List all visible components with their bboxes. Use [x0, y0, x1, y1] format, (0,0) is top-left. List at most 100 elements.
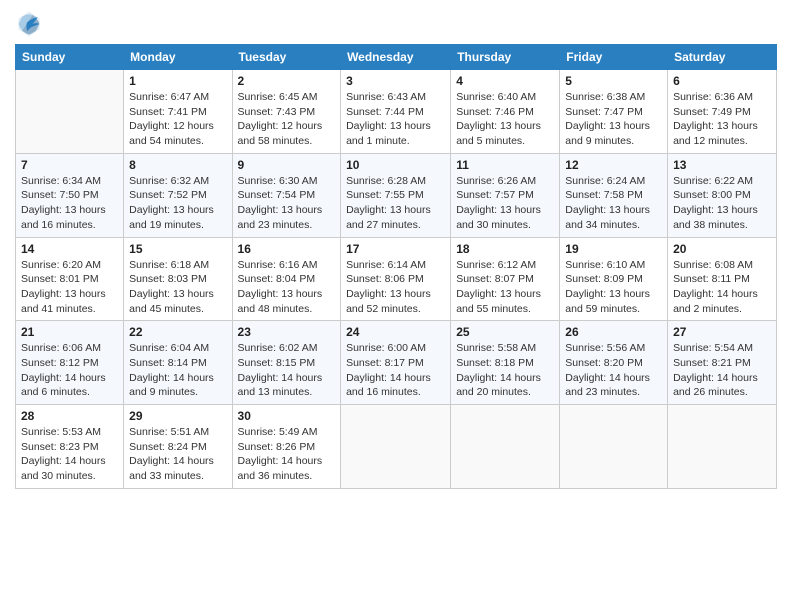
day-number: 3: [346, 74, 445, 88]
calendar-cell: 21 Sunrise: 6:06 AM Sunset: 8:12 PM Dayli…: [16, 321, 124, 405]
day-info: Sunrise: 6:08 AM Sunset: 8:11 PM Dayligh…: [673, 258, 771, 317]
calendar-cell: 14Sunrise: 6:20 AM Sunset: 8:01 PM Dayli…: [16, 237, 124, 321]
logo: [15, 10, 47, 38]
day-info: Sunrise: 6:06 AM Sunset: 8:12 PM Dayligh…: [21, 341, 118, 400]
calendar-cell: 26Sunrise: 5:56 AM Sunset: 8:20 PM Dayli…: [560, 321, 668, 405]
day-info: Sunrise: 6:38 AM Sunset: 7:47 PM Dayligh…: [565, 90, 662, 149]
day-info: Sunrise: 6:24 AM Sunset: 7:58 PM Dayligh…: [565, 174, 662, 233]
calendar-cell: 29 Sunrise: 5:51 AM Sunset: 8:24 PM Dayli…: [124, 405, 232, 489]
day-info: Sunrise: 6:36 AM Sunset: 7:49 PM Dayligh…: [673, 90, 771, 149]
day-number: 17: [346, 242, 445, 256]
day-info: Sunrise: 5:51 AM Sunset: 8:24 PM Dayligh…: [129, 425, 226, 484]
calendar-cell: 19 Sunrise: 6:10 AM Sunset: 8:09 PM Dayli…: [560, 237, 668, 321]
weekday-header-saturday: Saturday: [668, 45, 777, 70]
weekday-header-tuesday: Tuesday: [232, 45, 341, 70]
day-number: 26: [565, 325, 662, 339]
day-number: 14: [21, 242, 118, 256]
calendar-cell: 22 Sunrise: 6:04 AM Sunset: 8:14 PM Dayli…: [124, 321, 232, 405]
day-number: 10: [346, 158, 445, 172]
day-info: Sunrise: 6:28 AM Sunset: 7:55 PM Dayligh…: [346, 174, 445, 233]
day-info: Sunrise: 5:49 AM Sunset: 8:26 PM Dayligh…: [238, 425, 336, 484]
day-number: 8: [129, 158, 226, 172]
calendar-cell: 24 Sunrise: 6:00 AM Sunset: 8:17 PM Dayli…: [341, 321, 451, 405]
day-number: 15: [129, 242, 226, 256]
calendar-cell: [16, 70, 124, 154]
main-container: SundayMondayTuesdayWednesdayThursdayFrid…: [0, 0, 792, 499]
weekday-header-row: SundayMondayTuesdayWednesdayThursdayFrid…: [16, 45, 777, 70]
calendar-cell: 7 Sunrise: 6:34 AM Sunset: 7:50 PM Daylig…: [16, 153, 124, 237]
calendar-cell: 30 Sunrise: 5:49 AM Sunset: 8:26 PM Dayli…: [232, 405, 341, 489]
day-number: 21: [21, 325, 118, 339]
calendar-week-4: 21 Sunrise: 6:06 AM Sunset: 8:12 PM Dayli…: [16, 321, 777, 405]
day-number: 25: [456, 325, 554, 339]
day-info: Sunrise: 6:16 AM Sunset: 8:04 PM Dayligh…: [238, 258, 336, 317]
calendar-cell: 25 Sunrise: 5:58 AM Sunset: 8:18 PM Dayli…: [451, 321, 560, 405]
day-info: Sunrise: 5:54 AM Sunset: 8:21 PM Dayligh…: [673, 341, 771, 400]
day-info: Sunrise: 6:14 AM Sunset: 8:06 PM Dayligh…: [346, 258, 445, 317]
calendar-cell: 20 Sunrise: 6:08 AM Sunset: 8:11 PM Dayli…: [668, 237, 777, 321]
day-info: Sunrise: 6:12 AM Sunset: 8:07 PM Dayligh…: [456, 258, 554, 317]
calendar-cell: 10 Sunrise: 6:28 AM Sunset: 7:55 PM Dayli…: [341, 153, 451, 237]
day-info: Sunrise: 6:04 AM Sunset: 8:14 PM Dayligh…: [129, 341, 226, 400]
calendar-cell: 4Sunrise: 6:40 AM Sunset: 7:46 PM Daylig…: [451, 70, 560, 154]
calendar-cell: 23 Sunrise: 6:02 AM Sunset: 8:15 PM Dayli…: [232, 321, 341, 405]
day-info: Sunrise: 6:40 AM Sunset: 7:46 PM Dayligh…: [456, 90, 554, 149]
day-number: 6: [673, 74, 771, 88]
day-number: 5: [565, 74, 662, 88]
day-number: 16: [238, 242, 336, 256]
day-info: Sunrise: 6:00 AM Sunset: 8:17 PM Dayligh…: [346, 341, 445, 400]
day-info: Sunrise: 6:45 AM Sunset: 7:43 PM Dayligh…: [238, 90, 336, 149]
day-number: 29: [129, 409, 226, 423]
calendar-cell: 2 Sunrise: 6:45 AM Sunset: 7:43 PM Daylig…: [232, 70, 341, 154]
day-info: Sunrise: 6:02 AM Sunset: 8:15 PM Dayligh…: [238, 341, 336, 400]
day-number: 9: [238, 158, 336, 172]
calendar-cell: [341, 405, 451, 489]
day-number: 7: [21, 158, 118, 172]
day-number: 30: [238, 409, 336, 423]
calendar-week-1: 1Sunrise: 6:47 AM Sunset: 7:41 PM Daylig…: [16, 70, 777, 154]
calendar-cell: 13 Sunrise: 6:22 AM Sunset: 8:00 PM Dayli…: [668, 153, 777, 237]
calendar-cell: 17 Sunrise: 6:14 AM Sunset: 8:06 PM Dayli…: [341, 237, 451, 321]
calendar-cell: 1Sunrise: 6:47 AM Sunset: 7:41 PM Daylig…: [124, 70, 232, 154]
calendar-cell: 3 Sunrise: 6:43 AM Sunset: 7:44 PM Daylig…: [341, 70, 451, 154]
day-number: 19: [565, 242, 662, 256]
day-info: Sunrise: 6:34 AM Sunset: 7:50 PM Dayligh…: [21, 174, 118, 233]
calendar-cell: 16 Sunrise: 6:16 AM Sunset: 8:04 PM Dayli…: [232, 237, 341, 321]
calendar-week-5: 28Sunrise: 5:53 AM Sunset: 8:23 PM Dayli…: [16, 405, 777, 489]
day-number: 2: [238, 74, 336, 88]
day-number: 13: [673, 158, 771, 172]
calendar-week-2: 7 Sunrise: 6:34 AM Sunset: 7:50 PM Daylig…: [16, 153, 777, 237]
day-info: Sunrise: 5:58 AM Sunset: 8:18 PM Dayligh…: [456, 341, 554, 400]
day-info: Sunrise: 6:18 AM Sunset: 8:03 PM Dayligh…: [129, 258, 226, 317]
day-number: 1: [129, 74, 226, 88]
calendar-cell: 12 Sunrise: 6:24 AM Sunset: 7:58 PM Dayli…: [560, 153, 668, 237]
calendar-cell: 28Sunrise: 5:53 AM Sunset: 8:23 PM Dayli…: [16, 405, 124, 489]
day-number: 18: [456, 242, 554, 256]
day-number: 22: [129, 325, 226, 339]
header: [15, 10, 777, 38]
weekday-header-sunday: Sunday: [16, 45, 124, 70]
day-info: Sunrise: 6:43 AM Sunset: 7:44 PM Dayligh…: [346, 90, 445, 149]
calendar-cell: 11 Sunrise: 6:26 AM Sunset: 7:57 PM Dayli…: [451, 153, 560, 237]
day-number: 23: [238, 325, 336, 339]
day-info: Sunrise: 5:53 AM Sunset: 8:23 PM Dayligh…: [21, 425, 118, 484]
day-info: Sunrise: 6:26 AM Sunset: 7:57 PM Dayligh…: [456, 174, 554, 233]
weekday-header-monday: Monday: [124, 45, 232, 70]
calendar-cell: 5 Sunrise: 6:38 AM Sunset: 7:47 PM Daylig…: [560, 70, 668, 154]
calendar-body: 1Sunrise: 6:47 AM Sunset: 7:41 PM Daylig…: [16, 70, 777, 489]
day-number: 20: [673, 242, 771, 256]
calendar-cell: 8Sunrise: 6:32 AM Sunset: 7:52 PM Daylig…: [124, 153, 232, 237]
weekday-header-thursday: Thursday: [451, 45, 560, 70]
weekday-header-friday: Friday: [560, 45, 668, 70]
day-number: 24: [346, 325, 445, 339]
calendar-table: SundayMondayTuesdayWednesdayThursdayFrid…: [15, 44, 777, 489]
day-number: 27: [673, 325, 771, 339]
day-info: Sunrise: 6:30 AM Sunset: 7:54 PM Dayligh…: [238, 174, 336, 233]
day-info: Sunrise: 6:10 AM Sunset: 8:09 PM Dayligh…: [565, 258, 662, 317]
calendar-cell: 9 Sunrise: 6:30 AM Sunset: 7:54 PM Daylig…: [232, 153, 341, 237]
calendar-cell: 15 Sunrise: 6:18 AM Sunset: 8:03 PM Dayli…: [124, 237, 232, 321]
calendar-cell: [560, 405, 668, 489]
day-info: Sunrise: 6:22 AM Sunset: 8:00 PM Dayligh…: [673, 174, 771, 233]
day-number: 11: [456, 158, 554, 172]
day-number: 12: [565, 158, 662, 172]
